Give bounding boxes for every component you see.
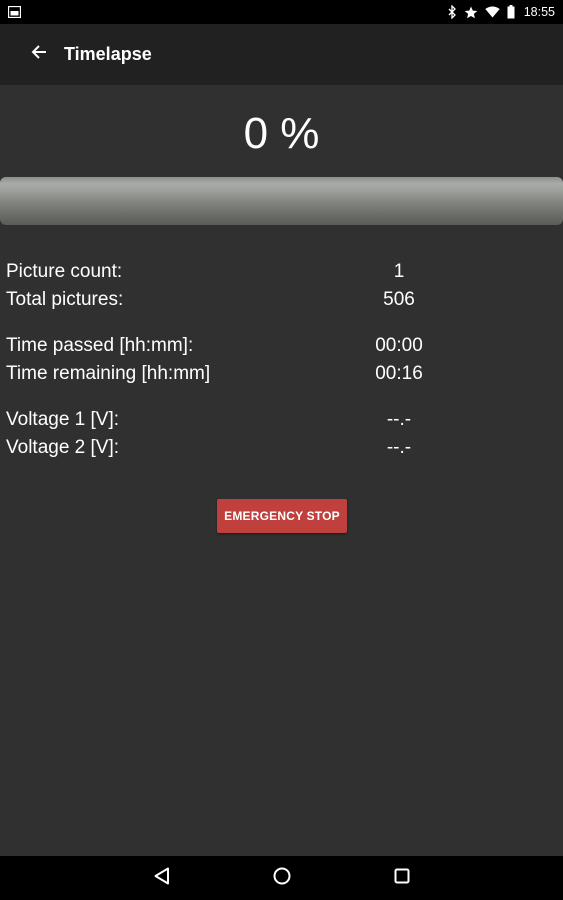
voltage1-label: Voltage 1 [V]: [6,409,120,430]
voltage1-row: Voltage 1 [V]: --.- [6,406,563,434]
status-right: 18:55 [448,5,555,19]
back-button[interactable] [19,35,59,75]
recents-square-icon [394,868,410,889]
time-passed-label: Time passed [hh:mm]: [6,335,194,356]
picture-count-label: Picture count: [6,261,123,282]
app-bar: Timelapse [0,24,563,85]
emergency-stop-button[interactable]: EMERGENCY STOP [217,499,347,533]
page-title: Timelapse [64,44,152,64]
battery-icon [507,5,515,19]
nav-home-button[interactable] [268,864,296,892]
voltage2-label: Voltage 2 [V]: [6,437,120,458]
total-pictures-value: 506 [383,289,415,310]
status-time: 18:55 [523,5,555,19]
star-icon [464,6,478,19]
picture-count-value: 1 [393,261,405,282]
back-triangle-icon [154,867,170,890]
voltage2-value: --.- [386,437,412,458]
wifi-icon [485,6,500,18]
voltage2-row: Voltage 2 [V]: --.- [6,434,563,462]
bluetooth-icon [448,5,457,19]
nav-back-button[interactable] [148,864,176,892]
time-remaining-value: 00:16 [375,363,423,384]
time-remaining-row: Time remaining [hh:mm] 00:16 [6,360,563,388]
time-remaining-label: Time remaining [hh:mm] [6,363,211,384]
image-icon [8,6,21,18]
picture-count-row: Picture count: 1 [6,258,563,286]
time-passed-row: Time passed [hh:mm]: 00:00 [6,332,563,360]
time-passed-value: 00:00 [375,335,423,356]
home-circle-icon [273,867,291,890]
total-pictures-row: Total pictures: 506 [6,286,563,314]
voltage1-value: --.- [386,409,412,430]
arrow-back-icon [31,44,47,65]
status-bar: 18:55 [0,0,563,24]
nav-bar [0,856,563,900]
progress-bar [0,177,563,225]
total-pictures-label: Total pictures: [6,289,124,310]
progress-percent-label: 0 % [243,109,320,158]
status-left [8,6,21,18]
nav-recents-button[interactable] [388,864,416,892]
